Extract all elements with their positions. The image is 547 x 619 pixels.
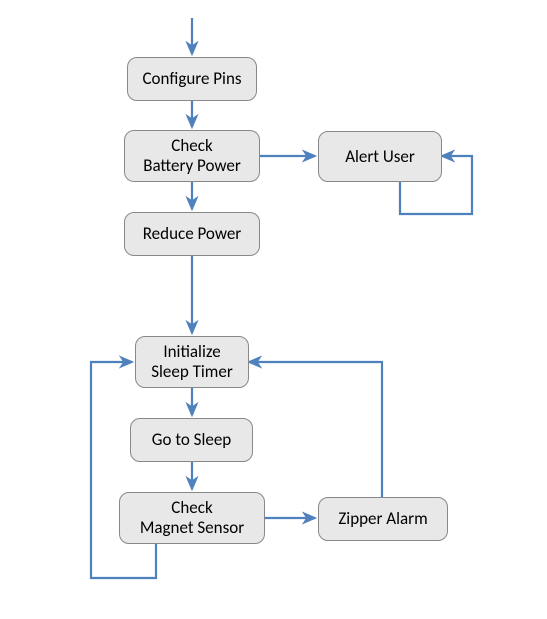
flow-node-zipper-alarm: Zipper Alarm xyxy=(318,497,448,541)
flow-node-reduce-power: Reduce Power xyxy=(124,212,260,256)
flow-edge xyxy=(91,362,156,578)
flow-node-label: Check Magnet Sensor xyxy=(140,498,244,537)
flow-node-initialize-timer: Initialize Sleep Timer xyxy=(135,336,249,388)
flow-edge xyxy=(249,362,382,497)
flow-node-go-to-sleep: Go to Sleep xyxy=(130,418,253,462)
flow-node-label: Configure Pins xyxy=(142,69,241,89)
flow-node-check-magnet: Check Magnet Sensor xyxy=(119,492,265,544)
flow-node-label: Zipper Alarm xyxy=(338,509,427,529)
flow-node-label: Alert User xyxy=(345,147,415,167)
flow-node-label: Check Battery Power xyxy=(143,136,241,175)
flow-node-label: Reduce Power xyxy=(143,224,241,244)
flow-node-check-battery: Check Battery Power xyxy=(124,130,260,182)
edge-layer xyxy=(0,0,547,619)
flow-node-alert-user: Alert User xyxy=(318,131,442,182)
flow-node-label: Initialize Sleep Timer xyxy=(151,342,233,381)
flow-node-configure-pins: Configure Pins xyxy=(127,57,257,101)
flowchart-canvas: Configure Pins Check Battery Power Alert U… xyxy=(0,0,547,619)
flow-node-label: Go to Sleep xyxy=(152,430,231,450)
